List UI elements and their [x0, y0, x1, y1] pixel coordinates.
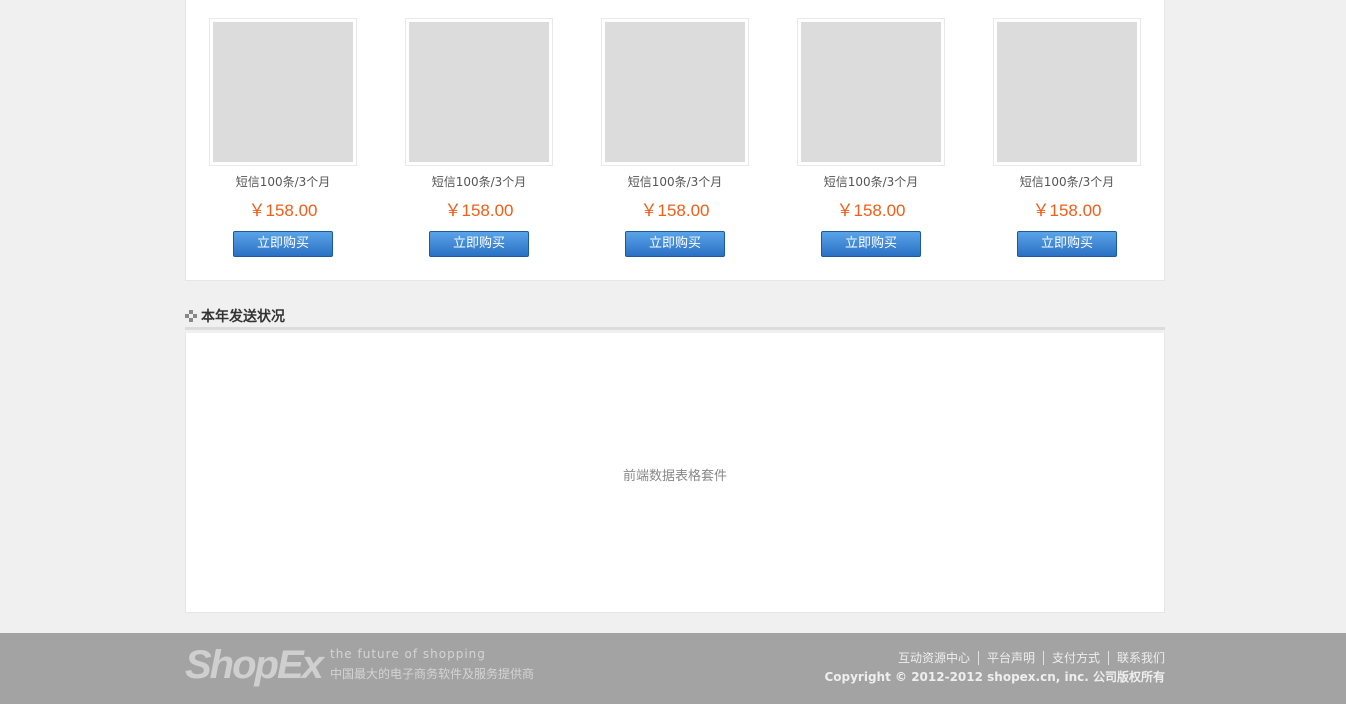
footer-link-platform-statement[interactable]: 平台声明 — [977, 651, 1043, 665]
product-name[interactable]: 短信100条/3个月 — [797, 175, 945, 189]
footer-tagline: the future of shopping — [330, 647, 486, 661]
product-name[interactable]: 短信100条/3个月 — [209, 175, 357, 189]
product-card: 短信100条/3个月 ￥158.00 立即购买 — [797, 18, 945, 257]
section-title: 本年发送状况 — [201, 309, 285, 325]
product-name[interactable]: 短信100条/3个月 — [993, 175, 1141, 189]
chart-placeholder-text: 前端数据表格套件 — [622, 469, 727, 484]
product-price: ￥158.00 — [248, 201, 318, 220]
footer-slogan: 中国最大的电子商务软件及服务提供商 — [330, 667, 535, 681]
product-card: 短信100条/3个月 ￥158.00 立即购买 — [601, 18, 749, 257]
buy-now-button[interactable]: 立即购买 — [625, 231, 725, 257]
product-image[interactable] — [405, 18, 553, 166]
products-panel: 短信100条/3个月 ￥158.00 立即购买 短信100条/3个月 ￥158.… — [185, 0, 1165, 281]
footer-links: 互动资源中心 平台声明 支付方式 联系我们 — [890, 649, 1165, 666]
product-name[interactable]: 短信100条/3个月 — [601, 175, 749, 189]
buy-now-button[interactable]: 立即购买 — [429, 231, 529, 257]
product-image[interactable] — [601, 18, 749, 166]
product-price: ￥158.00 — [640, 201, 710, 220]
shopex-logo[interactable]: ShopEx — [185, 643, 324, 687]
footer-copyright: Copyright © 2012-2012 shopex.cn, inc. 公司… — [824, 670, 1165, 684]
buy-now-button[interactable]: 立即购买 — [821, 231, 921, 257]
footer: ShopEx the future of shopping 中国最大的电子商务软… — [0, 633, 1346, 704]
section-bullet-icon — [185, 310, 197, 322]
send-status-chart: 前端数据表格套件 — [185, 333, 1165, 613]
buy-now-button[interactable]: 立即购买 — [1017, 231, 1117, 257]
product-card: 短信100条/3个月 ￥158.00 立即购买 — [993, 18, 1141, 257]
product-image[interactable] — [797, 18, 945, 166]
footer-link-resource-center[interactable]: 互动资源中心 — [890, 651, 978, 665]
product-card: 短信100条/3个月 ￥158.00 立即购买 — [209, 18, 357, 257]
buy-now-button[interactable]: 立即购买 — [233, 231, 333, 257]
product-image[interactable] — [993, 18, 1141, 166]
product-price: ￥158.00 — [444, 201, 514, 220]
product-card: 短信100条/3个月 ￥158.00 立即购买 — [405, 18, 553, 257]
footer-link-contact-us[interactable]: 联系我们 — [1107, 651, 1165, 665]
product-price: ￥158.00 — [836, 201, 906, 220]
product-name[interactable]: 短信100条/3个月 — [405, 175, 553, 189]
footer-link-payment-methods[interactable]: 支付方式 — [1042, 651, 1108, 665]
product-price: ￥158.00 — [1032, 201, 1102, 220]
product-image[interactable] — [209, 18, 357, 166]
section-header: 本年发送状况 — [185, 304, 1165, 330]
